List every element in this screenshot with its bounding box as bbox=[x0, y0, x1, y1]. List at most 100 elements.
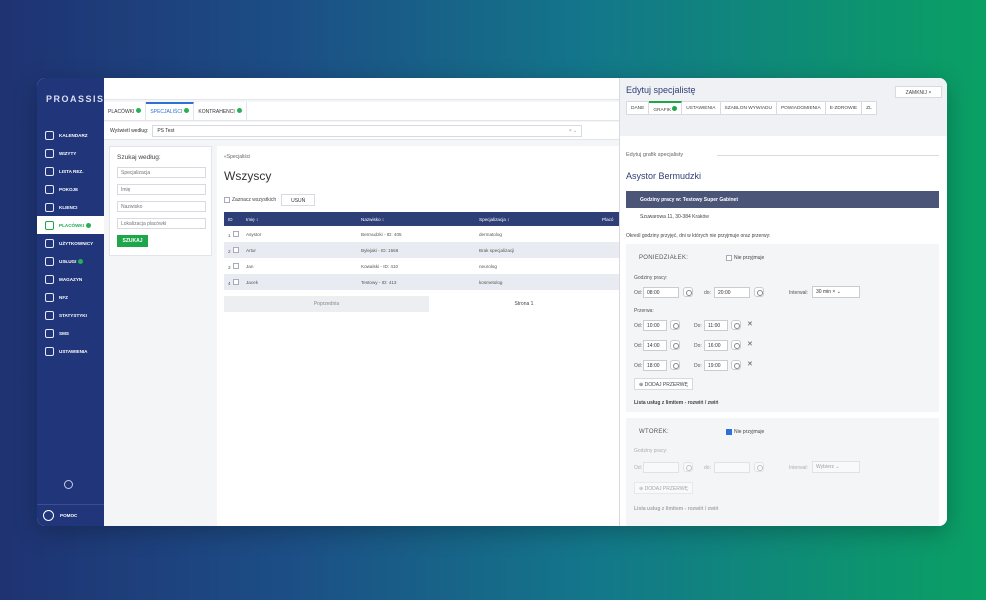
sidebar-item-uzytkownicy[interactable]: UŻYTKOWNICY bbox=[37, 234, 104, 252]
tab-placowki[interactable]: PLACÓWKI bbox=[104, 102, 147, 121]
sidebar-item-label: USTAWIENIA bbox=[59, 348, 88, 354]
section-title: Edytuj grafik specjalisty bbox=[626, 152, 684, 158]
previous-page-button[interactable]: Poprzednia bbox=[224, 296, 429, 312]
tab-e-zdrowie[interactable]: E-ZDROWIE bbox=[825, 101, 863, 115]
services-limit-link[interactable]: Lista usług z limitem - rozwiń / zwiń bbox=[634, 400, 718, 406]
row-checkbox[interactable] bbox=[232, 278, 239, 285]
delete-button[interactable]: USUŃ bbox=[281, 194, 316, 206]
remove-break-icon[interactable]: ✕ bbox=[747, 360, 753, 368]
row-last-name: Testowy - ID: 413 bbox=[357, 274, 475, 290]
add-break-button: ⊕ DODAJ PRZERWĘ bbox=[634, 482, 693, 494]
end-time-input bbox=[714, 462, 750, 473]
sidebar-item-kalendarz[interactable]: KALENDARZ bbox=[37, 126, 104, 144]
end-time-input[interactable]: 20:00 bbox=[714, 287, 750, 298]
clock-icon[interactable] bbox=[670, 320, 680, 330]
remove-break-icon[interactable]: ✕ bbox=[747, 340, 753, 348]
clock-icon[interactable] bbox=[754, 287, 764, 297]
table-row[interactable]: 3 Jan Kowalski - ID: 410 neurolog bbox=[224, 258, 619, 274]
close-button[interactable]: ZAMKNIJ × bbox=[895, 86, 942, 98]
clock-icon[interactable] bbox=[731, 340, 741, 350]
sidebar-item-label: UŻYTKOWNICY bbox=[59, 240, 94, 246]
interval-select[interactable]: 30 min × ⌄ bbox=[812, 286, 860, 298]
sidebar-item-sms[interactable]: SMS bbox=[37, 324, 104, 342]
not-working-checkbox[interactable] bbox=[726, 255, 732, 261]
row-id-value: 2 bbox=[228, 248, 231, 254]
panel-header: Edytuj specjalistę ZAMKNIJ × DANE GRAFIK… bbox=[620, 78, 947, 136]
not-working-toggle[interactable]: Nie przyjmuje bbox=[726, 429, 764, 435]
clock-icon[interactable] bbox=[670, 340, 680, 350]
column-header-last-name[interactable]: Nazwisko ↕ bbox=[357, 212, 475, 226]
tab-grafik[interactable]: GRAFIK bbox=[649, 101, 683, 115]
tab-ustawienia[interactable]: USTAWIENIA bbox=[682, 101, 721, 115]
first-name-input[interactable] bbox=[117, 184, 206, 195]
tab-powiadomienia[interactable]: POWIADOMIENIA bbox=[776, 101, 826, 115]
gear-icon[interactable] bbox=[64, 480, 73, 489]
pagination: Poprzednia Strona 1 bbox=[224, 296, 619, 312]
clock-icon[interactable] bbox=[731, 360, 741, 370]
break-start-input[interactable]: 18:00 bbox=[643, 360, 667, 371]
table-row[interactable]: 4 Jacek Testowy - ID: 413 kosmetolog bbox=[224, 274, 619, 290]
break-end-input[interactable]: 19:00 bbox=[704, 360, 728, 371]
app-logo: PROASSIST bbox=[46, 94, 112, 104]
add-break-button[interactable]: ⊕ DODAJ PRZERWĘ bbox=[634, 378, 693, 390]
filter-select[interactable]: PS Test × ⌄ bbox=[152, 124, 583, 137]
select-all-checkbox[interactable] bbox=[224, 197, 230, 203]
break-start-input[interactable]: 14:00 bbox=[643, 340, 667, 351]
column-header-facility[interactable]: Placó bbox=[598, 212, 619, 226]
tab-dane[interactable]: DANE bbox=[626, 101, 650, 115]
table-row[interactable]: 2 Artur Bylejaki - ID: 1566 Brak specjal… bbox=[224, 242, 619, 258]
from-label: Od: bbox=[634, 290, 643, 296]
break-end-input[interactable]: 11:00 bbox=[704, 320, 728, 331]
remove-break-icon[interactable]: ✕ bbox=[747, 320, 753, 328]
row-checkbox[interactable] bbox=[232, 246, 239, 253]
location-input[interactable] bbox=[117, 218, 206, 229]
row-first-name: Jacek bbox=[242, 274, 357, 290]
sidebar-item-statystyki[interactable]: STATYSTYKI bbox=[37, 306, 104, 324]
hours-label: Godziny pracy: bbox=[634, 448, 668, 454]
sidebar-item-uslugi[interactable]: USŁUGI bbox=[37, 252, 104, 270]
search-button[interactable]: SZUKAJ bbox=[117, 235, 148, 247]
search-title: Szukaj według: bbox=[117, 154, 161, 161]
column-header-specialization[interactable]: Specjalizacja ↕ bbox=[475, 212, 598, 226]
visits-icon bbox=[45, 148, 54, 158]
sidebar-item-ustawienia[interactable]: USTAWIENIA bbox=[37, 342, 104, 360]
sidebar-item-pokoje[interactable]: POKOJE bbox=[37, 180, 104, 198]
sidebar-item-magazyn[interactable]: MAGAZYN bbox=[37, 270, 104, 288]
specialization-input[interactable] bbox=[117, 167, 206, 178]
services-limit-link: Lista usług z limitem - rozwiń / zwiń bbox=[634, 506, 719, 512]
tab-kontrahenci[interactable]: KONTRAHENCI bbox=[194, 102, 247, 121]
warehouse-icon bbox=[45, 274, 54, 284]
row-id: 3 bbox=[224, 258, 242, 274]
select-all-label: Zaznacz wszystkich bbox=[232, 197, 277, 203]
clock-icon[interactable] bbox=[683, 287, 693, 297]
last-name-input[interactable] bbox=[117, 201, 206, 212]
row-checkbox[interactable] bbox=[232, 230, 239, 237]
break-end-input[interactable]: 16:00 bbox=[704, 340, 728, 351]
facility-icon bbox=[45, 220, 54, 230]
help-button[interactable]: POMOC bbox=[37, 504, 104, 526]
clear-icon[interactable]: × ⌄ bbox=[569, 128, 578, 134]
breadcrumb[interactable]: «Specjaliści bbox=[224, 154, 619, 160]
sidebar-item-klienci[interactable]: KLIENCI bbox=[37, 198, 104, 216]
row-id-value: 4 bbox=[228, 280, 231, 286]
tab-szablon-wywiadu[interactable]: SZABLON WYWIADU bbox=[720, 101, 777, 115]
tab-zl[interactable]: ZL bbox=[862, 101, 877, 115]
to-label: do: bbox=[704, 465, 711, 471]
row-checkbox[interactable] bbox=[232, 262, 239, 269]
table-row[interactable]: 1 Asystor Bermudzki - ID: 405 dermatolog bbox=[224, 226, 619, 242]
sidebar-item-placowki[interactable]: PLACÓWKI bbox=[37, 216, 104, 234]
break-start-input[interactable]: 10:00 bbox=[643, 320, 667, 331]
row-specialization: kosmetolog bbox=[475, 274, 598, 290]
not-working-checkbox[interactable] bbox=[726, 429, 732, 435]
clock-icon[interactable] bbox=[670, 360, 680, 370]
column-header-first-name[interactable]: Imię ↕ bbox=[242, 212, 357, 226]
sidebar-item-label: USŁUGI bbox=[59, 258, 77, 264]
clock-icon[interactable] bbox=[731, 320, 741, 330]
start-time-input[interactable]: 08:00 bbox=[643, 287, 679, 298]
sidebar-item-lista-rez[interactable]: LISTA REZ. bbox=[37, 162, 104, 180]
sidebar-item-wizyty[interactable]: WIZYTY bbox=[37, 144, 104, 162]
tab-specjalisci[interactable]: SPECJALIŚCI bbox=[146, 102, 195, 121]
sidebar-item-nfz[interactable]: NFZ bbox=[37, 288, 104, 306]
sidebar-nav: KALENDARZ WIZYTY LISTA REZ. POKOJE KLIEN… bbox=[37, 126, 104, 360]
not-working-toggle[interactable]: Nie przyjmuje bbox=[726, 255, 764, 261]
